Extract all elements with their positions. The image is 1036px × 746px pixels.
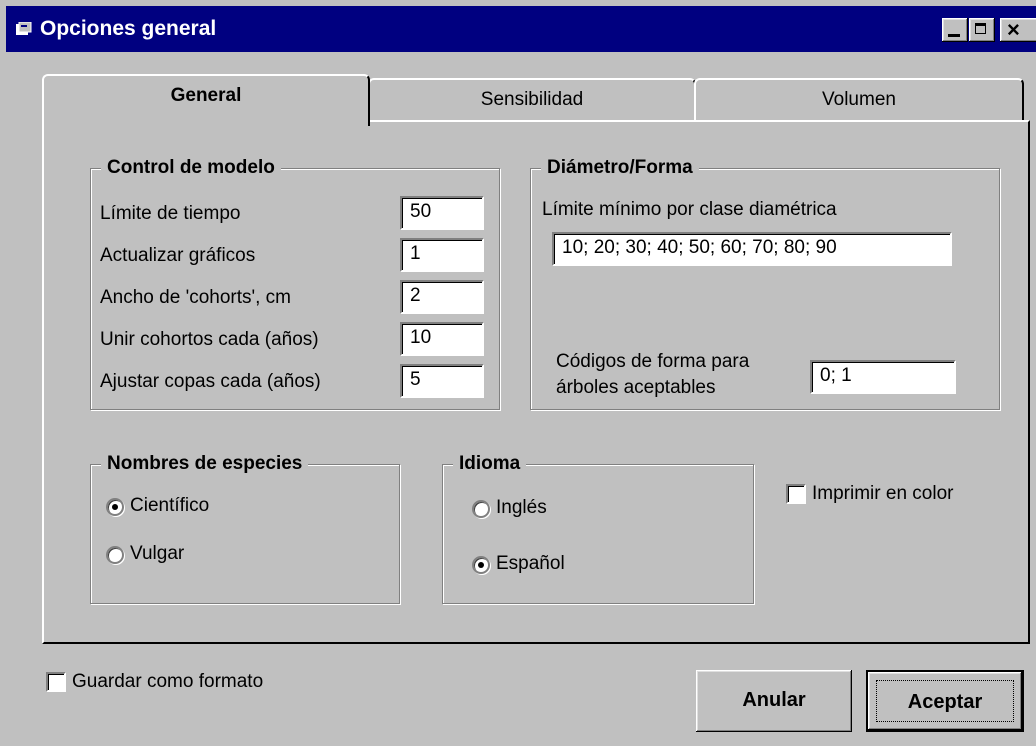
codigos-forma-label-1: Códigos de forma para <box>556 351 750 372</box>
guardar-formato-label[interactable]: Guardar como formato <box>72 670 263 694</box>
radio-cientifico[interactable] <box>106 498 124 516</box>
tab-panel-general: Control de modelo Límite de tiempo 50 Ac… <box>42 120 1030 644</box>
unir-cohortos-label: Unir cohortos cada (años) <box>100 329 319 350</box>
close-button[interactable]: × <box>1000 18 1036 42</box>
tab-general[interactable]: General <box>42 74 370 126</box>
ancho-cohorts-label: Ancho de 'cohorts', cm <box>100 287 292 308</box>
ancho-cohorts-input[interactable]: 2 <box>400 280 484 314</box>
window-title: Opciones general <box>40 17 217 40</box>
tab-sensibilidad[interactable]: Sensibilidad <box>368 78 696 122</box>
unir-cohortos-input[interactable]: 10 <box>400 322 484 356</box>
nombres-especies-group: Nombres de especies <box>90 451 400 604</box>
actualizar-graficos-label: Actualizar gráficos <box>100 245 256 266</box>
window-app-icon <box>16 22 32 35</box>
limite-minimo-input[interactable]: 10; 20; 30; 40; 50; 60; 70; 80; 90 <box>552 232 952 266</box>
cancel-button[interactable]: Anular <box>696 670 852 732</box>
nombres-especies-legend: Nombres de especies <box>101 451 309 477</box>
limite-tiempo-label: Límite de tiempo <box>100 203 241 224</box>
codigos-forma-input[interactable]: 0; 1 <box>810 360 956 394</box>
close-icon: × <box>1007 17 1020 42</box>
radio-espanol-label[interactable]: Español <box>496 552 565 576</box>
maximize-button[interactable] <box>969 18 995 42</box>
control-modelo-legend: Control de modelo <box>101 155 281 181</box>
codigos-forma-label-2: árboles aceptables <box>556 377 716 398</box>
minimize-button[interactable] <box>942 18 968 42</box>
focus-rectangle <box>876 680 1014 722</box>
radio-vulgar-label[interactable]: Vulgar <box>130 542 184 566</box>
radio-ingles-label[interactable]: Inglés <box>496 496 547 520</box>
radio-espanol[interactable] <box>472 556 490 574</box>
actualizar-graficos-input[interactable]: 1 <box>400 238 484 272</box>
radio-cientifico-label[interactable]: Científico <box>130 494 209 518</box>
ok-button[interactable]: Aceptar <box>866 670 1024 732</box>
imprimir-color-checkbox[interactable] <box>786 484 806 504</box>
ajustar-copas-input[interactable]: 5 <box>400 364 484 398</box>
limite-tiempo-input[interactable]: 50 <box>400 196 484 230</box>
guardar-formato-checkbox[interactable] <box>46 672 66 692</box>
title-bar[interactable]: Opciones general × <box>6 6 1036 52</box>
imprimir-color-label[interactable]: Imprimir en color <box>812 482 953 506</box>
diametro-forma-legend: Diámetro/Forma <box>541 155 699 181</box>
tab-volumen[interactable]: Volumen <box>694 78 1024 122</box>
idioma-legend: Idioma <box>453 451 527 477</box>
radio-ingles[interactable] <box>472 500 490 518</box>
limite-minimo-label: Límite mínimo por clase diamétrica <box>542 199 837 220</box>
idioma-group: Idioma <box>442 451 754 604</box>
ajustar-copas-label: Ajustar copas cada (años) <box>100 371 321 392</box>
radio-vulgar[interactable] <box>106 546 124 564</box>
